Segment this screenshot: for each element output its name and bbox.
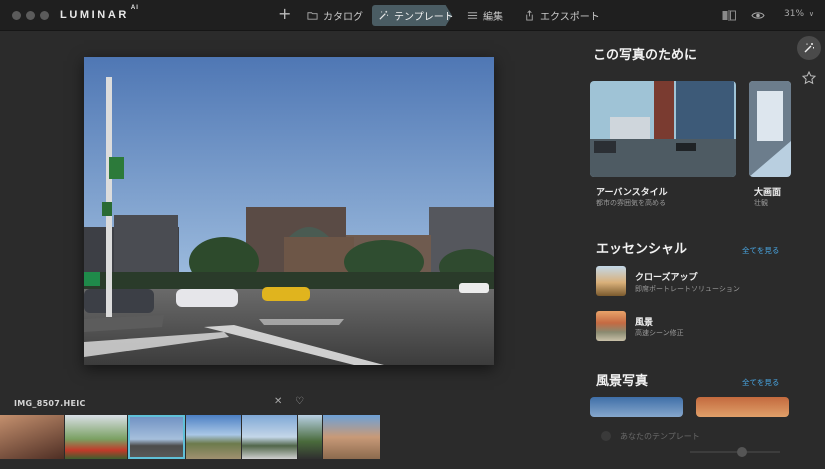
essentials-title: エッセンシャル xyxy=(596,242,688,257)
filmstrip-thumb[interactable] xyxy=(0,415,64,459)
zoom-value: 31% xyxy=(784,9,805,19)
folder-icon xyxy=(307,11,318,20)
essentials-see-all-link[interactable]: 全てを見る xyxy=(742,245,779,256)
minimize-window-button[interactable] xyxy=(26,11,35,20)
filmstrip xyxy=(0,415,380,459)
favorites-tool-button[interactable] xyxy=(797,66,821,90)
landscape-template-title[interactable]: 風景 xyxy=(635,315,653,328)
title-bar: LUMINARAI + カタログ テンプレート 編集 エクスポート 31% ∨ xyxy=(0,0,825,31)
landscape-section-title: 風景写真 xyxy=(596,374,649,389)
file-name: IMG_8507.HEIC xyxy=(14,399,86,408)
magic-wand-icon xyxy=(379,10,389,20)
landscape-card-1[interactable] xyxy=(590,397,683,417)
nav-catalog-label: カタログ xyxy=(323,11,363,23)
main-photo[interactable] xyxy=(84,57,494,365)
template-card-urban-image[interactable] xyxy=(590,81,736,177)
star-icon xyxy=(802,71,816,85)
panel-slider[interactable] xyxy=(690,451,780,453)
template-card-bigscreen-image[interactable] xyxy=(749,81,791,177)
panel-slider-handle[interactable] xyxy=(737,447,747,457)
your-templates-icon xyxy=(601,431,611,441)
zoom-window-button[interactable] xyxy=(40,11,49,20)
your-templates-label[interactable]: あなたのテンプレート xyxy=(620,431,700,442)
share-icon xyxy=(526,9,533,21)
template-card-urban-title: アーバンスタイル xyxy=(596,188,668,198)
chevron-down-icon: ∨ xyxy=(808,10,815,18)
closeup-template-subtitle: 即席ポートレートソリューション xyxy=(635,285,740,293)
nav-catalog[interactable]: カタログ xyxy=(307,8,363,23)
landscape-template-subtitle: 高速シーン修正 xyxy=(635,329,684,337)
landscape-card-2[interactable] xyxy=(696,397,789,417)
your-templates-bar xyxy=(578,418,825,469)
filmstrip-thumb[interactable] xyxy=(242,415,297,459)
closeup-template-thumb[interactable] xyxy=(596,266,626,296)
nav-edit[interactable]: 編集 xyxy=(467,8,503,23)
nav-edit-label: 編集 xyxy=(483,11,503,23)
template-card-bigscreen-subtitle: 壮観 xyxy=(754,199,768,207)
filmstrip-thumb-selected[interactable] xyxy=(128,415,185,459)
zoom-level[interactable]: 31% ∨ xyxy=(784,9,814,19)
photo-image xyxy=(84,57,494,365)
panel-title: この写真のために xyxy=(593,48,698,63)
bigscreen-template-image xyxy=(749,81,791,177)
close-window-button[interactable] xyxy=(12,11,21,20)
filmstrip-thumb[interactable] xyxy=(186,415,241,459)
close-icon[interactable]: ✕ xyxy=(274,396,282,407)
template-card-bigscreen-title: 大画面 xyxy=(754,188,782,198)
heart-icon[interactable]: ♡ xyxy=(295,396,304,407)
compare-icon[interactable] xyxy=(722,10,736,21)
app-logo: LUMINARAI xyxy=(60,5,139,21)
sliders-icon xyxy=(467,11,478,19)
landscape-see-all-link[interactable]: 全てを見る xyxy=(742,377,779,388)
nav-export-label: エクスポート xyxy=(540,11,600,23)
templates-tool-button[interactable] xyxy=(797,36,821,60)
nav-export[interactable]: エクスポート xyxy=(524,8,600,23)
nav-templates-label: テンプレート xyxy=(394,11,454,23)
eye-icon[interactable] xyxy=(751,10,765,21)
urban-template-image xyxy=(590,81,736,177)
template-card-urban-subtitle: 都市の雰囲気を高める xyxy=(596,199,666,207)
filmstrip-thumb[interactable] xyxy=(323,415,380,459)
nav-templates[interactable]: テンプレート xyxy=(378,8,454,23)
filmstrip-thumb[interactable] xyxy=(298,415,322,459)
filmstrip-thumb[interactable] xyxy=(65,415,127,459)
magic-wand-icon xyxy=(804,43,814,53)
add-photos-button[interactable]: + xyxy=(278,6,291,22)
landscape-template-thumb[interactable] xyxy=(596,311,626,341)
closeup-template-title[interactable]: クローズアップ xyxy=(635,270,698,283)
